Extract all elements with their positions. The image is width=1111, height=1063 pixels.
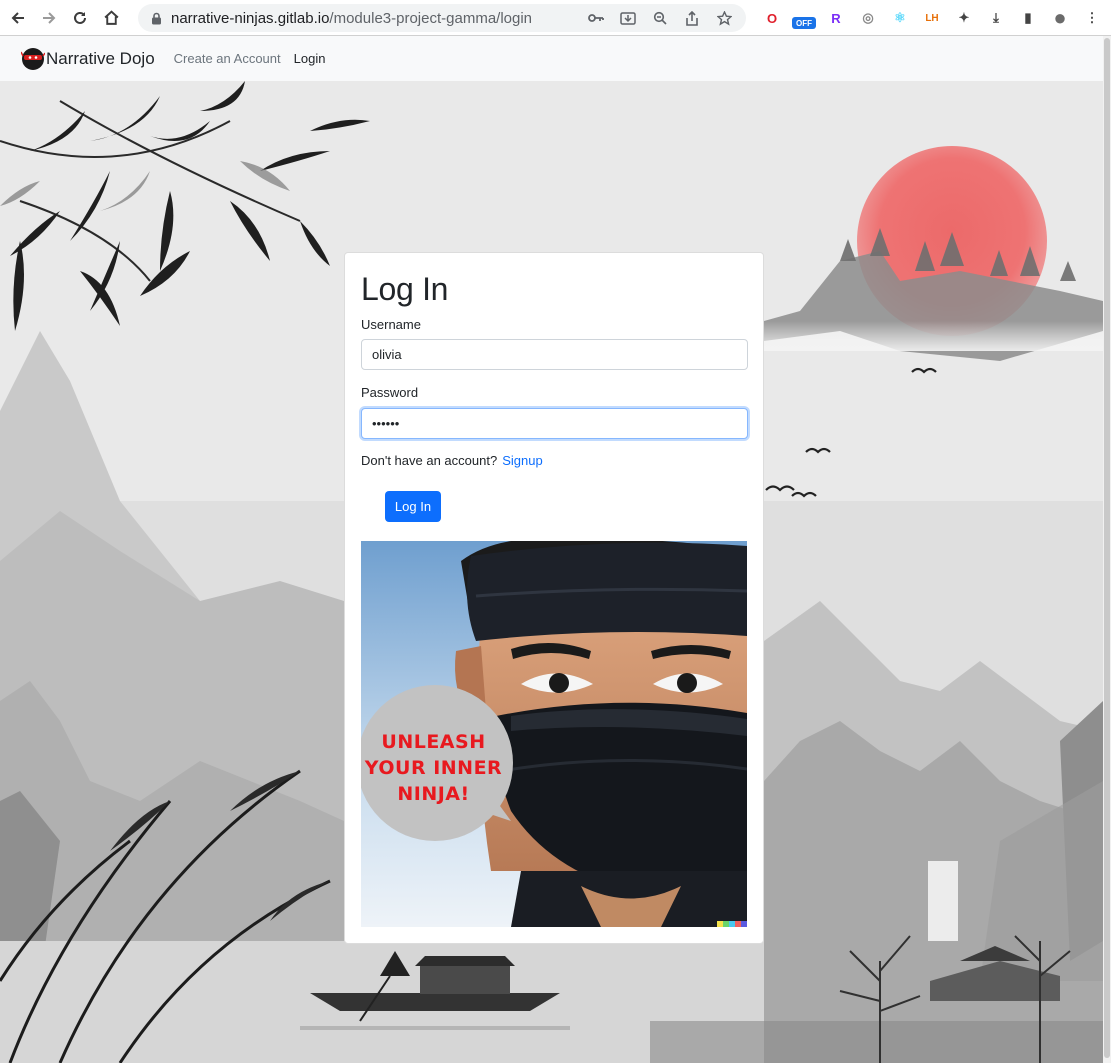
password-label: Password: [361, 385, 419, 400]
brand-link[interactable]: Narrative Dojo: [21, 47, 155, 71]
poster-caption-line-1: UNLEASH: [381, 731, 486, 753]
page-scrollbar[interactable]: [1103, 36, 1111, 1063]
lighthouse-icon[interactable]: LH: [916, 4, 948, 32]
key-icon[interactable]: [580, 12, 612, 24]
poster-caption-line-2: YOUR INNER: [364, 757, 503, 779]
forward-icon[interactable]: [36, 5, 62, 31]
install-app-icon[interactable]: [612, 11, 644, 25]
kebab-menu-icon[interactable]: ⋮: [1076, 4, 1108, 32]
username-label: Username: [361, 317, 421, 332]
lock-icon[interactable]: [147, 12, 165, 25]
login-button[interactable]: Log In: [385, 491, 441, 522]
poster-caption: UNLEASH YOUR INNER NINJA!: [361, 729, 506, 807]
brand-name: Narrative Dojo: [46, 48, 155, 68]
top-navbar: Narrative Dojo Create an Account Login: [0, 36, 1103, 81]
address-bar[interactable]: narrative-ninjas.gitlab.io/module3-proje…: [138, 4, 746, 32]
page-title: Log In: [361, 271, 449, 307]
reload-icon[interactable]: [67, 5, 93, 31]
scrollbar-thumb[interactable]: [1104, 38, 1110, 1058]
puzzle-icon[interactable]: ✦: [948, 4, 980, 32]
share-icon[interactable]: [676, 10, 708, 26]
password-input[interactable]: [361, 408, 748, 439]
signup-prompt: Don't have an account? Signup: [361, 453, 543, 468]
extensions-toolbar: O OFF R ◎ ⚛ LH ✦ ⤓ ▮ ● ⋮: [756, 4, 1108, 32]
r-extension-icon[interactable]: R: [820, 4, 852, 32]
react-devtools-icon[interactable]: ⚛: [884, 4, 916, 32]
url-path: /module3-project-gamma/login: [329, 9, 533, 27]
ninja-poster-image: UNLEASH YOUR INNER NINJA!: [361, 541, 747, 927]
username-input[interactable]: [361, 339, 748, 370]
bookmark-star-icon[interactable]: [708, 10, 740, 26]
download-icon[interactable]: ⤓: [980, 4, 1012, 32]
ninja-logo-icon: [21, 47, 45, 70]
nav-create-account[interactable]: Create an Account: [174, 51, 281, 66]
eye-extension-icon[interactable]: ◎: [852, 4, 884, 32]
poster-caption-line-3: NINJA!: [397, 783, 470, 805]
no-account-text: Don't have an account?: [361, 453, 498, 468]
browser-toolbar: narrative-ninjas.gitlab.io/module3-proje…: [0, 0, 1111, 36]
home-icon[interactable]: [98, 5, 124, 31]
side-panel-icon[interactable]: ▮: [1012, 4, 1044, 32]
opera-icon[interactable]: O: [756, 4, 788, 32]
off-badge-icon[interactable]: OFF: [792, 17, 816, 29]
url-text: narrative-ninjas.gitlab.io/module3-proje…: [171, 10, 532, 27]
nav-login[interactable]: Login: [294, 51, 326, 66]
back-icon[interactable]: [5, 5, 31, 31]
login-card: Log In Username Password Don't have an a…: [344, 252, 764, 944]
profile-avatar[interactable]: ●: [1044, 4, 1076, 32]
url-host: narrative-ninjas.gitlab.io: [171, 9, 330, 27]
zoom-icon[interactable]: [644, 11, 676, 25]
signup-link[interactable]: Signup: [502, 453, 542, 468]
